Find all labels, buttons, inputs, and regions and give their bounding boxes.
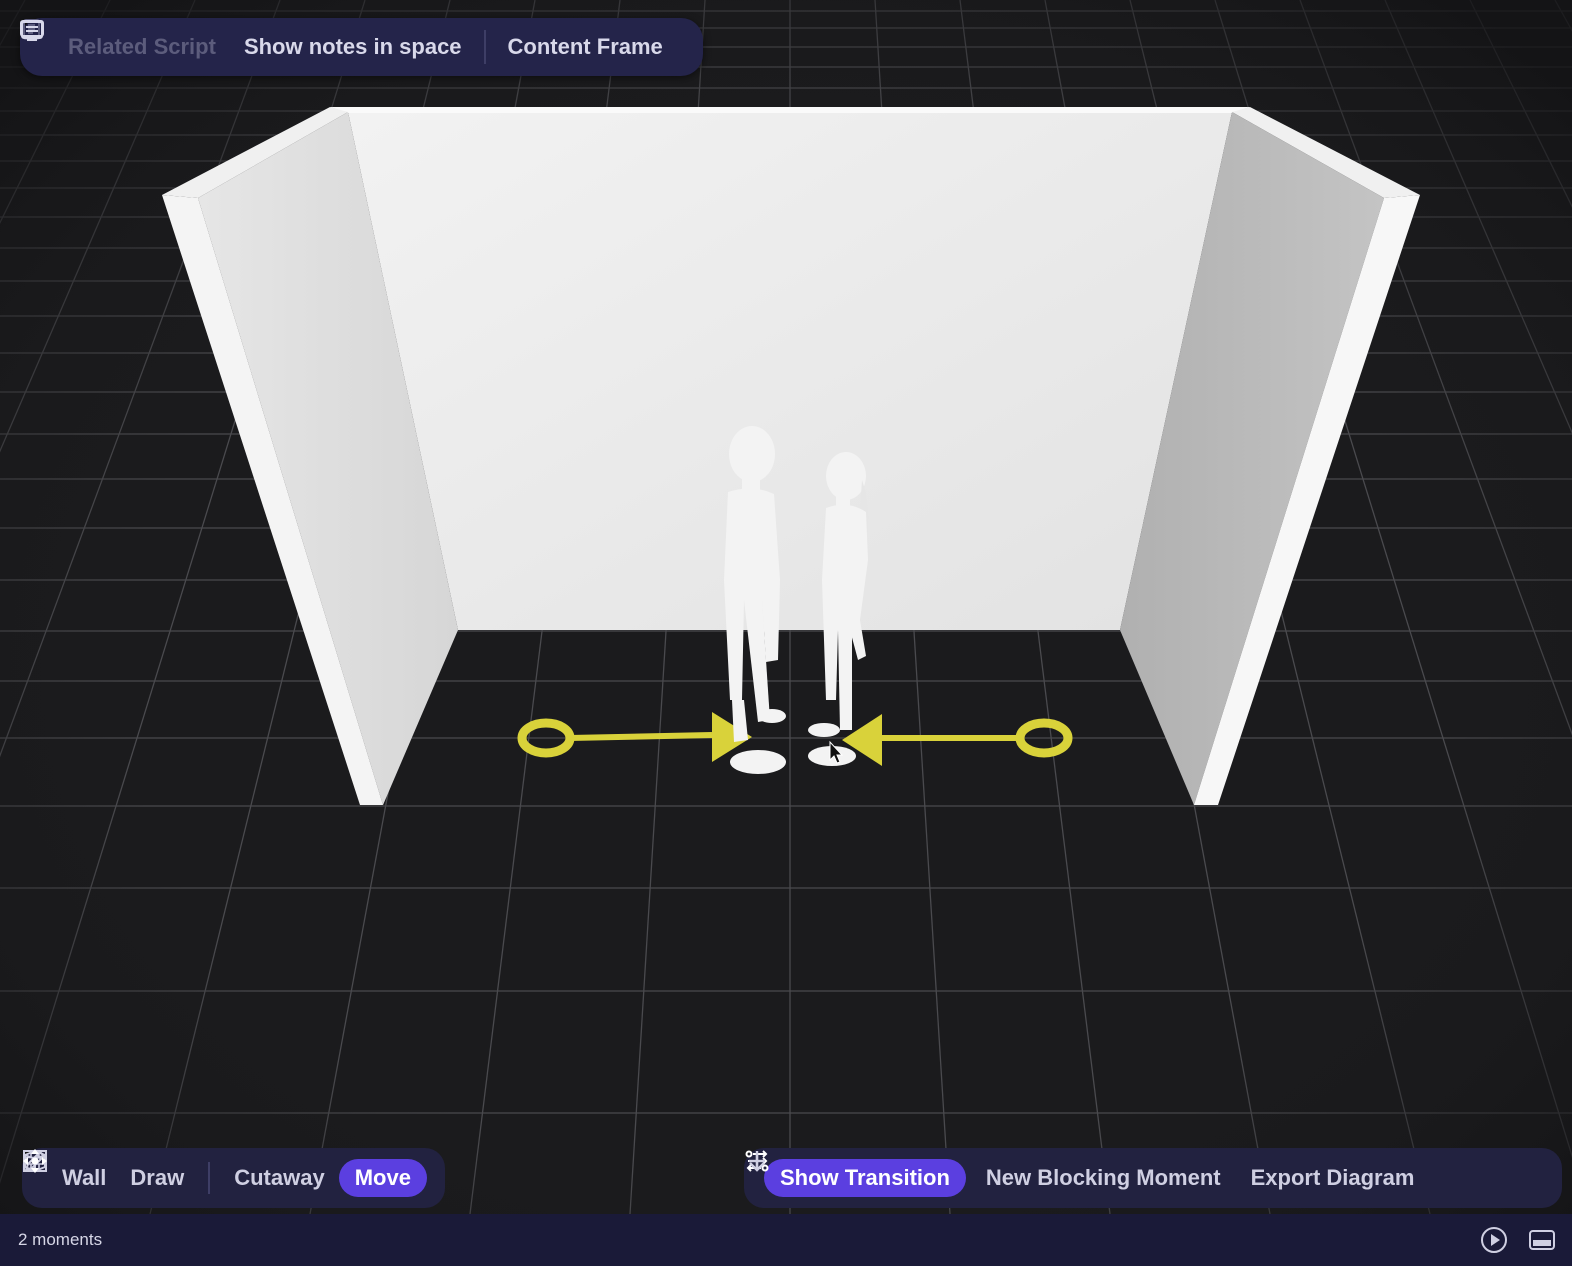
show-transition-button[interactable]: Show Transition: [745, 1150, 966, 1197]
wall-tool-button[interactable]: Wall: [23, 1150, 116, 1197]
wall-tool-label: Wall: [62, 1165, 107, 1190]
3d-viewport[interactable]: Related Script Show notes in space Conte…: [0, 0, 1572, 1214]
status-controls: [1478, 1224, 1558, 1256]
tool-palette: Wall Draw Cutaway Move: [22, 1148, 445, 1208]
download-icon: [749, 1151, 765, 1172]
panel-icon[interactable]: [1526, 1224, 1558, 1256]
move-tool-button[interactable]: Move: [23, 1149, 427, 1197]
draw-tool-button[interactable]: Draw: [25, 1151, 194, 1197]
moment-actions-bar: Show Transition New Blocking Moment Expo…: [744, 1148, 1562, 1208]
related-script-button[interactable]: Related Script: [23, 18, 230, 76]
related-script-label: Related Script: [68, 34, 216, 59]
play-icon[interactable]: [1478, 1224, 1510, 1256]
top-toolbar: Related Script Show notes in space Conte…: [20, 18, 703, 76]
export-diagram-button[interactable]: Export Diagram: [749, 1151, 1425, 1197]
content-frame-button[interactable]: Content Frame: [20, 18, 677, 76]
monitor-icon: [20, 20, 44, 41]
show-notes-button[interactable]: Show notes in space: [21, 18, 476, 76]
show-notes-label: Show notes in space: [243, 34, 462, 59]
stage-scene: [0, 0, 1572, 1214]
export-diagram-label: Export Diagram: [1250, 1165, 1415, 1190]
content-frame-label: Content Frame: [507, 34, 663, 59]
toolbar-divider: [483, 30, 486, 64]
show-transition-label: Show Transition: [780, 1165, 950, 1190]
moments-count: 2 moments: [18, 1230, 103, 1249]
cutaway-tool-button[interactable]: Cutaway: [24, 1150, 334, 1197]
new-blocking-moment-button[interactable]: New Blocking Moment: [749, 1153, 1231, 1197]
tool-divider: [208, 1162, 211, 1194]
new-blocking-moment-label: New Blocking Moment: [985, 1165, 1221, 1190]
move-tool-label: Move: [354, 1165, 411, 1190]
draw-tool-label: Draw: [130, 1165, 185, 1190]
status-bar: 2 moments: [0, 1214, 1572, 1266]
move-icon: [23, 1149, 47, 1173]
cutaway-tool-label: Cutaway: [234, 1165, 325, 1190]
